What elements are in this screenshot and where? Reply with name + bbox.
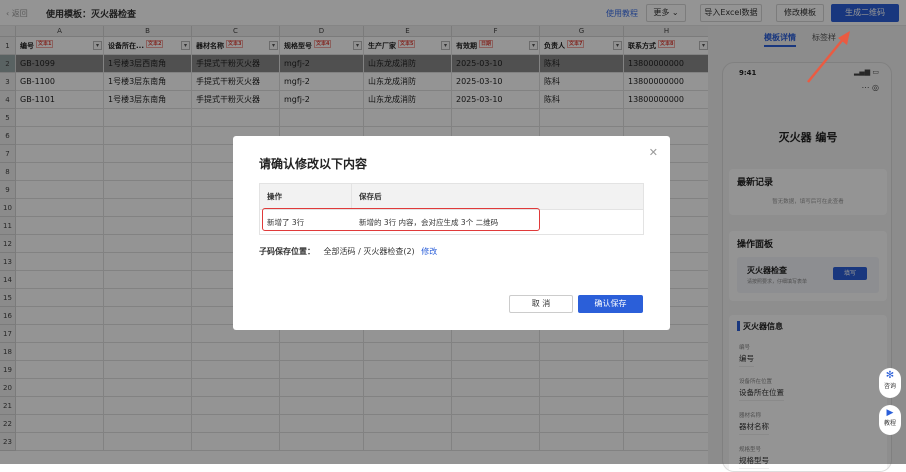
confirm-save-button[interactable]: 确认保存 <box>578 295 643 313</box>
dialog-title: 请确认修改以下内容 <box>259 157 368 171</box>
save-location-label: 子码保存位置： <box>259 247 315 256</box>
save-location: 子码保存位置： 全部活码 / 灭火器检查(2) 修改 <box>259 246 437 257</box>
cancel-button[interactable]: 取 消 <box>509 295 573 313</box>
edit-location-link[interactable]: 修改 <box>421 247 437 256</box>
tutorial-float-button[interactable]: ▶ 教程 <box>879 405 901 435</box>
table-header-operation: 操作 <box>260 184 352 209</box>
consult-icon: ✻ <box>885 370 895 381</box>
play-icon: ▶ <box>886 408 894 418</box>
highlight-box <box>262 208 540 231</box>
confirm-dialog: 请确认修改以下内容 ✕ 操作 保存后 新增了 3行 新增的 3行 内容，会对应生… <box>233 136 670 330</box>
table-header-after-save: 保存后 <box>352 184 643 209</box>
close-icon[interactable]: ✕ <box>649 146 658 159</box>
save-location-path: 全部活码 / 灭火器检查(2) <box>323 247 415 256</box>
arrow-annotation-icon <box>807 31 850 83</box>
consult-button[interactable]: ✻ 咨询 <box>879 368 901 398</box>
